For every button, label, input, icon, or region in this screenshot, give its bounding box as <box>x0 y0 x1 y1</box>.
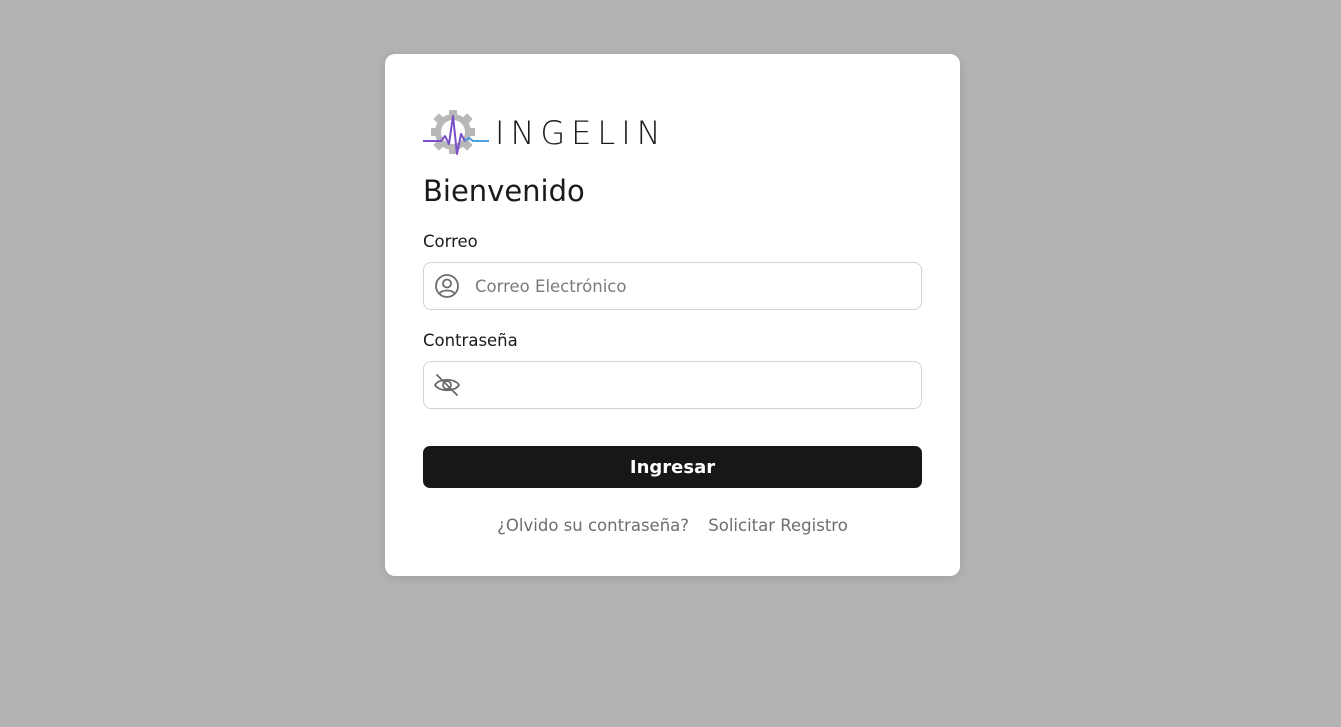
brand-name: INGELIN <box>495 114 667 152</box>
eye-off-icon[interactable] <box>433 371 461 399</box>
user-circle-icon <box>433 272 461 300</box>
forgot-password-link[interactable]: ¿Olvido su contraseña? <box>497 516 689 535</box>
brand-logo: INGELIN <box>423 108 667 158</box>
request-registration-link[interactable]: Solicitar Registro <box>708 516 848 535</box>
email-input[interactable] <box>473 262 909 310</box>
gear-pulse-icon <box>423 110 489 155</box>
auth-links: ¿Olvido su contraseña? Solicitar Registr… <box>423 516 922 535</box>
password-field-wrapper[interactable] <box>423 361 922 409</box>
login-button[interactable]: Ingresar <box>423 446 922 488</box>
password-label: Contraseña <box>423 331 518 350</box>
email-field-wrapper[interactable] <box>423 262 922 310</box>
email-label: Correo <box>423 232 478 251</box>
password-input[interactable] <box>473 361 909 409</box>
page-title: Bienvenido <box>423 174 585 208</box>
login-card: INGELIN Bienvenido Correo Contraseña Ing… <box>385 54 960 576</box>
